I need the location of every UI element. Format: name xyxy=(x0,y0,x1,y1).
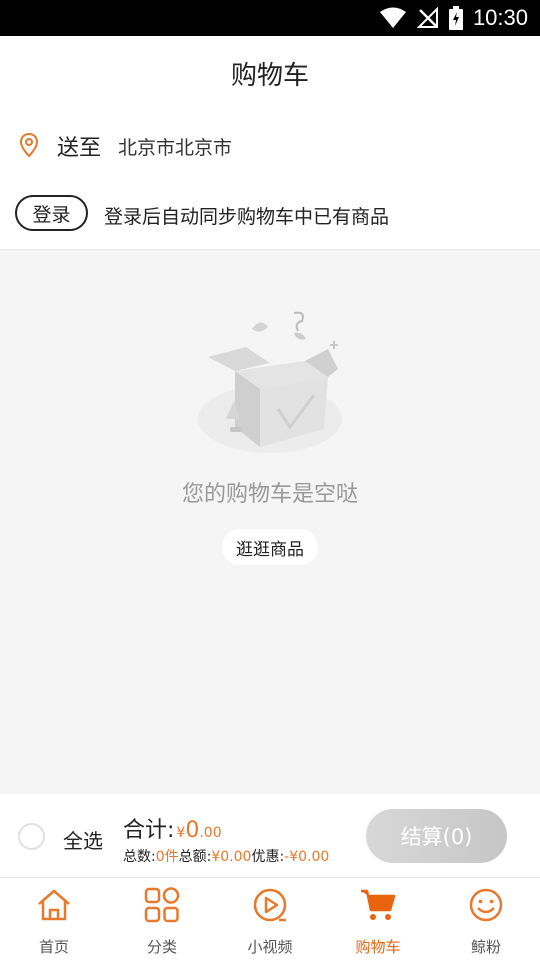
location-pin-icon xyxy=(19,132,39,158)
home-icon xyxy=(38,889,70,921)
bottom-tab-bar: 首页 分类 小视频 购物车 鲸粉 xyxy=(0,878,540,960)
status-bar: 10:30 xyxy=(0,0,540,36)
page-title: 购物车 xyxy=(230,60,309,91)
total-label: 合计: xyxy=(123,818,175,843)
empty-cart-message: 您的购物车是空哒 xyxy=(181,482,358,507)
video-icon xyxy=(253,888,287,922)
total-amount-decimal: .00 xyxy=(199,825,222,841)
empty-cart-area: 您的购物车是空哒 逛逛商品 xyxy=(0,251,540,794)
discount-value: -¥0.00 xyxy=(284,849,330,865)
checkout-button[interactable]: 结算(0) xyxy=(366,809,507,863)
count-value: 0件 xyxy=(155,849,179,865)
delivery-address-row[interactable]: 送至 北京市北京市 xyxy=(0,110,540,180)
checkout-bar: 全选 合计: ¥ 0 .00 总数:0件总额:¥0.00优惠:-¥0.00 结算… xyxy=(0,794,540,878)
tab-short-video-label: 小视频 xyxy=(247,938,293,956)
empty-box-icon xyxy=(198,311,342,453)
tab-cart-label: 购物车 xyxy=(355,938,401,956)
status-time: 10:30 xyxy=(472,5,528,30)
battery-icon xyxy=(448,6,463,30)
tab-fans-label: 鲸粉 xyxy=(470,938,501,956)
login-hint: 登录后自动同步购物车中已有商品 xyxy=(104,206,390,228)
smile-icon xyxy=(469,888,503,922)
total-amount-integer: 0 xyxy=(185,818,200,843)
count-label: 总数: xyxy=(123,849,156,865)
title-bar: 购物车 xyxy=(0,36,540,110)
cart-icon xyxy=(361,889,396,920)
tab-category-label: 分类 xyxy=(146,938,177,956)
summary-line: 总数:0件总额:¥0.00优惠:-¥0.00 xyxy=(123,846,329,866)
wifi-icon xyxy=(379,7,406,28)
total-currency: ¥ xyxy=(176,825,186,841)
select-all-checkbox[interactable] xyxy=(18,823,45,850)
total-line: 合计: ¥ 0 .00 xyxy=(123,812,222,844)
deliver-to-label: 送至 xyxy=(57,136,102,161)
category-icon xyxy=(144,887,180,923)
address-value[interactable]: 北京市北京市 xyxy=(118,133,232,160)
tab-cart[interactable]: 购物车 xyxy=(324,878,432,960)
browse-products-button[interactable]: 逛逛商品 xyxy=(222,529,318,565)
amount-label: 总额: xyxy=(178,849,212,865)
tab-home-label: 首页 xyxy=(38,938,69,956)
tab-home[interactable]: 首页 xyxy=(0,878,108,960)
discount-label: 优惠: xyxy=(251,849,285,865)
amount-value: ¥0.00 xyxy=(211,849,252,865)
tab-short-video[interactable]: 小视频 xyxy=(216,878,324,960)
tab-fans[interactable]: 鲸粉 xyxy=(432,878,540,960)
select-all-label[interactable]: 全选 xyxy=(63,825,103,854)
tab-category[interactable]: 分类 xyxy=(108,878,216,960)
login-row: 登录 登录后自动同步购物车中已有商品 xyxy=(0,180,540,250)
signal-off-icon xyxy=(416,7,438,28)
login-button[interactable]: 登录 xyxy=(15,195,88,231)
